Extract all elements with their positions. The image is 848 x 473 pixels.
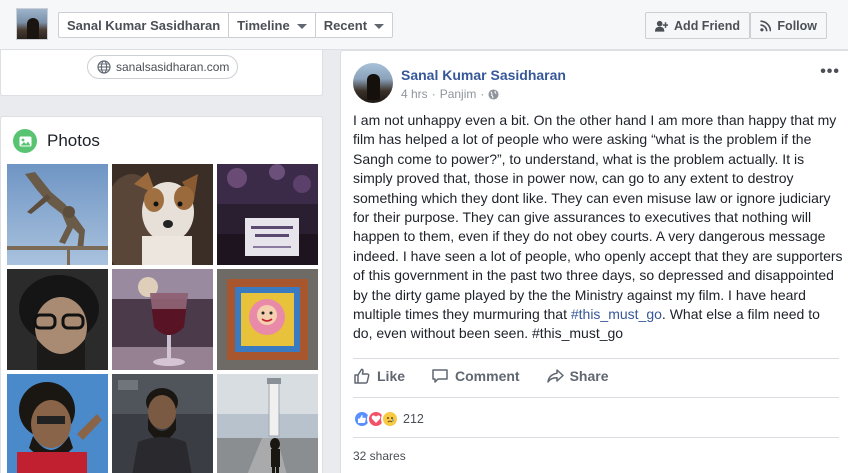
divider [353,437,839,438]
post-body-text: I am not unhappy even a bit. On the othe… [353,112,843,323]
recent-label: Recent [323,17,368,33]
reaction-summary[interactable]: 212 [353,410,424,428]
post-meta: 4 hrs · Panjim · [401,87,499,101]
share-icon [546,369,564,383]
man-beard-photo[interactable] [112,374,213,473]
hashtag-link[interactable]: #this_must_go [571,306,662,322]
chevron-down-icon [296,23,307,29]
sad-reaction-icon [381,410,399,428]
like-button[interactable]: Like [353,367,405,385]
thumbs-up-icon [354,368,370,384]
man-sunglasses-photo[interactable] [7,374,108,473]
add-friend-icon [655,20,669,32]
follow-button[interactable]: Follow [750,12,827,39]
add-friend-label: Add Friend [674,18,740,33]
man-glasses-photo[interactable] [7,269,108,370]
globe-icon [97,60,111,74]
chevron-down-icon [374,23,385,29]
post-time[interactable]: 4 hrs [401,87,428,101]
author-avatar[interactable] [353,63,393,103]
comment-label: Comment [455,368,520,384]
post-body: I am not unhappy even a bit. On the othe… [353,111,843,344]
wine-glass-photo[interactable] [112,269,213,370]
comment-icon [432,369,448,383]
website-text: sanalsasidharan.com [116,60,230,74]
meta-separator-2: · [480,87,485,101]
recent-dropdown[interactable]: Recent [316,13,392,37]
award-photo[interactable] [217,164,318,265]
share-button[interactable]: Share [546,367,609,385]
photos-card: Photos [0,116,323,473]
comment-button[interactable]: Comment [431,367,520,385]
website-link[interactable]: sanalsasidharan.com [87,55,238,79]
profile-thumbnail[interactable] [16,8,48,40]
share-label: Share [569,368,609,384]
divider [353,397,839,398]
photos-title: Photos [47,131,100,150]
shares-count[interactable]: 32 shares [353,449,406,463]
timeline-label: Timeline [237,17,290,33]
globe-icon[interactable] [488,88,499,100]
follow-label: Follow [777,18,817,33]
rangoli-photo[interactable] [217,269,318,370]
profile-name-link[interactable]: Sanal Kumar Sasidharan [59,13,230,37]
dog-photo[interactable] [112,164,213,265]
photos-header[interactable]: Photos [13,129,100,153]
post-actions: Like Comment Share [353,367,635,385]
statue-photo[interactable] [7,164,108,265]
profile-name: Sanal Kumar Sasidharan [67,17,221,33]
add-friend-button[interactable]: Add Friend [645,12,750,39]
intro-card: sanalsasidharan.com [0,50,323,96]
profile-nav-group: Sanal Kumar Sasidharan Timeline Recent [58,12,394,38]
reaction-count: 212 [403,412,424,426]
more-options-icon[interactable]: ••• [820,63,840,81]
photos-icon [13,129,37,153]
divider [353,358,839,359]
post-card: Sanal Kumar Sasidharan 4 hrs · Panjim · … [340,50,848,473]
rss-follow-icon [760,19,772,31]
author-name[interactable]: Sanal Kumar Sasidharan [401,67,566,83]
profile-top-bar: Sanal Kumar Sasidharan Timeline Recent A… [0,0,848,50]
lighthouse-photo[interactable] [217,374,318,473]
like-label: Like [377,368,406,384]
timeline-dropdown[interactable]: Timeline [229,13,316,37]
meta-separator: · [431,87,436,101]
post-location[interactable]: Panjim [440,87,477,101]
